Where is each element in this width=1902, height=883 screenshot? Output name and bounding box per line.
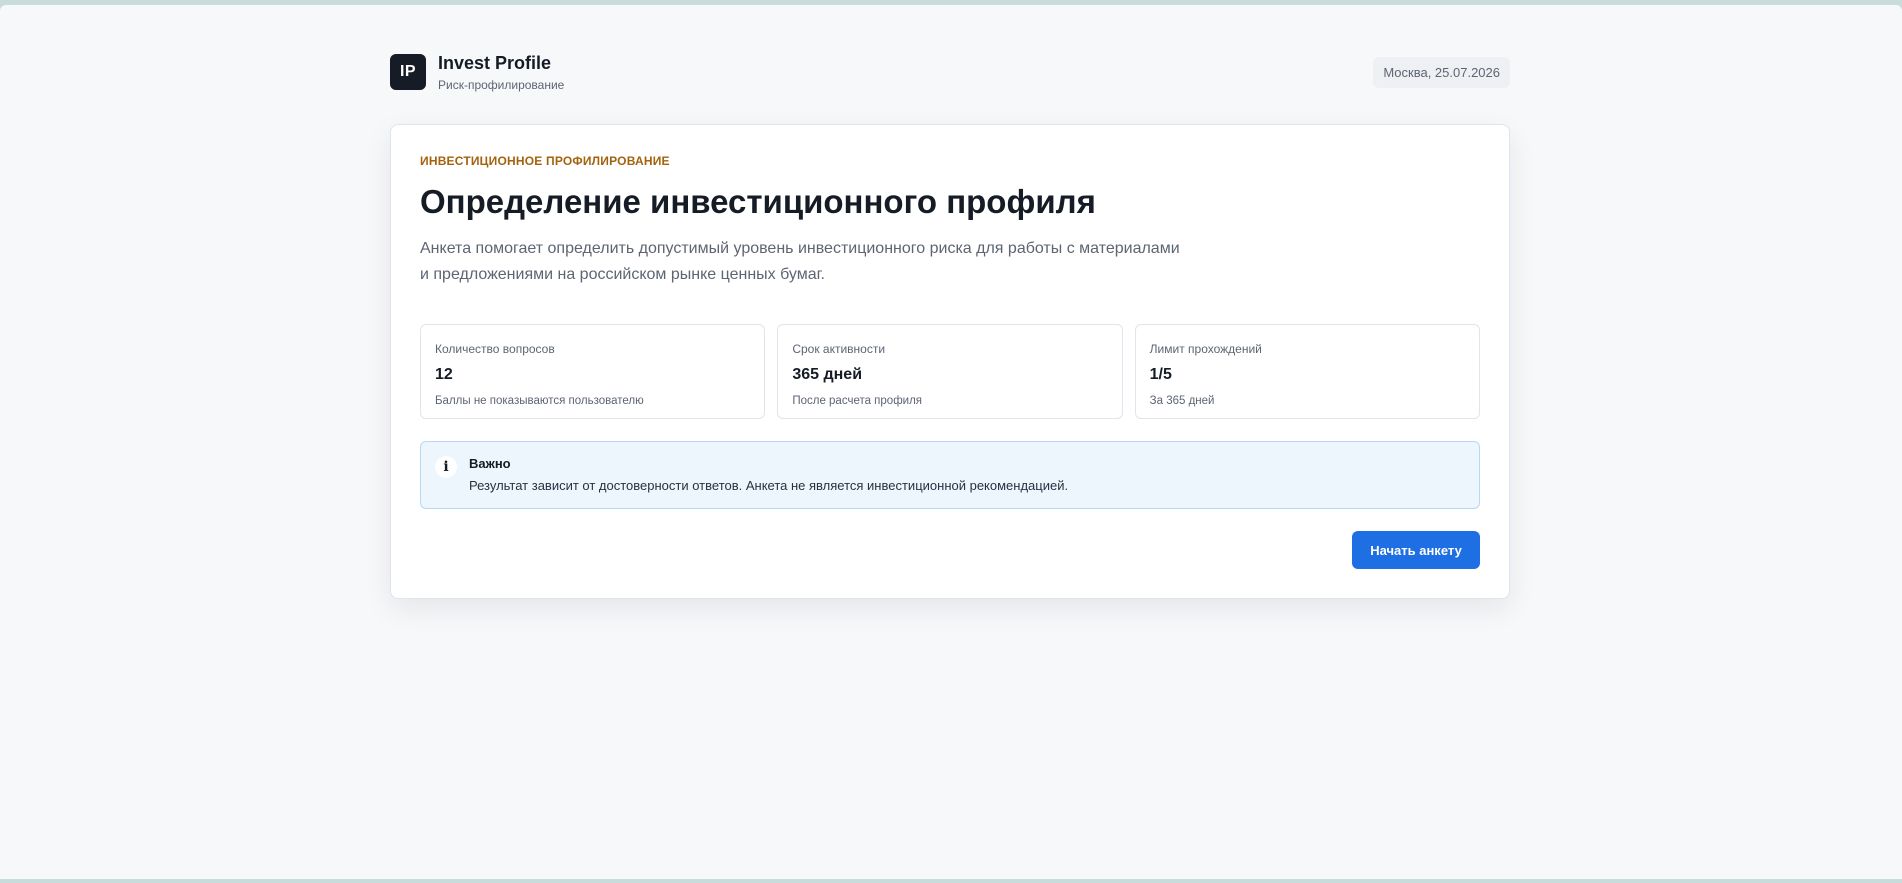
start-survey-button[interactable]: Начать анкету: [1352, 531, 1480, 569]
brand-title: Invest Profile: [438, 52, 552, 73]
notice-text: Результат зависит от достоверности ответ…: [469, 478, 1069, 493]
stat-value: 365 дней: [792, 366, 863, 383]
stat-label: Лимит прохождений: [1149, 342, 1262, 356]
stat-questions-count: Количество вопросов 12 Баллы не показыва…: [420, 324, 766, 419]
notice-body: Важно Результат зависит от достоверности…: [469, 456, 1068, 494]
info-icon: i: [435, 456, 457, 478]
stat-value: 12: [435, 366, 453, 383]
brand-logo: IP: [390, 54, 426, 90]
stat-note: Баллы не показываются пользователю: [435, 395, 644, 407]
brand-text: Invest Profile Риск-профилирование: [438, 52, 564, 93]
description-line-1: Анкета помогает определить допустимый ур…: [420, 240, 1180, 257]
brand[interactable]: IP Invest Profile Риск-профилирование: [390, 52, 564, 93]
stat-label: Срок активности: [792, 342, 886, 356]
brand-subtitle: Риск-профилирование: [438, 77, 565, 92]
stat-attempts-limit: Лимит прохождений 1/5 За 365 дней: [1134, 324, 1480, 419]
description-line-2: и предложениями на российском рынке ценн…: [420, 266, 825, 283]
profile-card: Инвестиционное профилирование Определени…: [390, 124, 1510, 599]
card-description: Анкета помогает определить допустимый ур…: [420, 236, 1200, 288]
app-viewport: IP Invest Profile Риск-профилирование Мо…: [0, 5, 1902, 879]
stat-note: За 365 дней: [1149, 395, 1215, 407]
card-eyebrow: Инвестиционное профилирование: [420, 154, 670, 168]
stat-value: 1/5: [1149, 366, 1172, 383]
stat-label: Количество вопросов: [435, 342, 555, 356]
important-notice: i Важно Результат зависит от достовернос…: [420, 441, 1480, 509]
stats-row: Количество вопросов 12 Баллы не показыва…: [420, 324, 1480, 419]
stat-activity-period: Срок активности 365 дней После расчета п…: [777, 324, 1123, 419]
stat-note: После расчета профиля: [792, 395, 923, 407]
window-bottom-edge: [0, 879, 1902, 883]
card-actions: Начать анкету: [420, 531, 1480, 569]
notice-title: Важно: [469, 456, 511, 471]
page-title: Определение инвестиционного профиля: [420, 183, 1096, 220]
location-date-badge: Москва, 25.07.2026: [1373, 56, 1510, 88]
page-header: IP Invest Profile Риск-профилирование Мо…: [390, 47, 1510, 97]
